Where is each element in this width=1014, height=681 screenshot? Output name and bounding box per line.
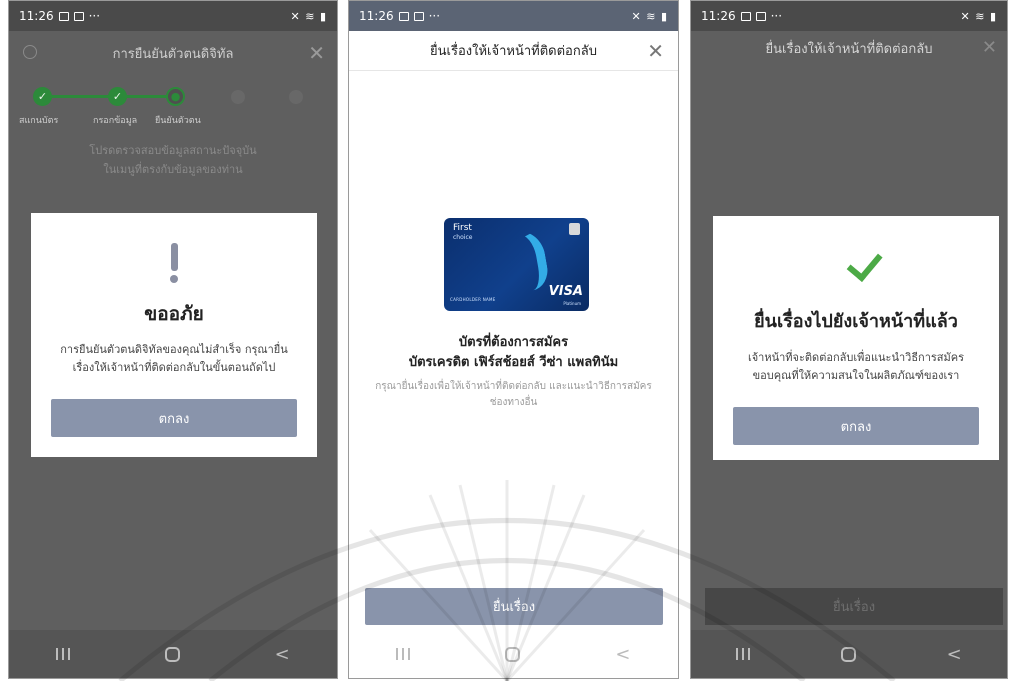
ok-button[interactable]: ตกลง [51, 399, 297, 437]
back-arrow-icon[interactable]: < [947, 644, 962, 665]
card-brand-name: First [453, 223, 472, 233]
checkmark-icon [835, 248, 877, 284]
page-title: ยื่นเรื่องให้เจ้าหน้าที่ติดต่อกลับ [765, 41, 933, 57]
overflow-dots: ··· [88, 9, 101, 23]
step-done-icon: ✓ [108, 87, 127, 106]
step-label: กรอกข้อมูล [93, 116, 138, 126]
notification-icon [73, 11, 84, 21]
app-header: การยืนยันตัวตนดิจิทัล ✕ [9, 31, 337, 75]
signal-battery-icon: ✕ ≋ ▮ [960, 9, 997, 23]
exclamation-icon [170, 243, 178, 283]
credit-card-image: First choice CARDHOLDER NAME VISA Platin… [444, 218, 589, 311]
message-line: ขอบคุณที่ให้ความสนใจในผลิตภัณฑ์ของเรา [752, 369, 960, 382]
close-icon[interactable]: ✕ [982, 37, 997, 58]
close-icon[interactable]: ✕ [647, 39, 664, 63]
recent-apps-icon[interactable] [736, 648, 751, 660]
android-nav-bar: < [9, 630, 337, 678]
card-chip-icon [569, 223, 580, 235]
notification-icon [398, 11, 409, 21]
instruction-line: ช่องทางอื่น [489, 397, 538, 408]
status-bar: 11:26 ··· ✕ ≋ ▮ [691, 1, 1007, 31]
page-title: ยื่นเรื่องให้เจ้าหน้าที่ติดต่อกลับ [430, 44, 597, 59]
info-text: โปรดตรวจสอบข้อมูลสถานะปัจจุบัน ในเมนูที่… [9, 141, 337, 179]
dialog-message: การยืนยันตัวตนดิจิทัลของคุณไม่สำเร็จ กรุ… [31, 341, 317, 377]
instruction-line: กรุณายื่นเรื่องเพื่อให้เจ้าหน้าที่ติดต่อ… [375, 381, 652, 392]
dialog-title: ขออภัย [144, 303, 204, 325]
success-dialog: ยื่นเรื่องไปยังเจ้าหน้าที่แล้ว เจ้าหน้าท… [713, 216, 999, 460]
notification-icon [740, 11, 751, 21]
card-tier-text: Platinum [563, 301, 581, 306]
submit-request-button[interactable]: ยื่นเรื่อง [365, 588, 663, 625]
home-icon[interactable] [840, 646, 856, 662]
status-bar: 11:26 ··· ✕ ≋ ▮ [9, 1, 337, 31]
close-icon[interactable]: ✕ [308, 41, 325, 65]
message-line: การยืนยันตัวตนดิจิทัลของคุณไม่สำเร็จ กรุ… [60, 343, 288, 356]
page-title: การยืนยันตัวตนดิจิทัล [112, 46, 234, 62]
step-label: ยืนยันตัวตน [155, 116, 201, 126]
home-icon[interactable] [505, 646, 521, 662]
card-name: บัตรเครดิต เฟิร์สช้อยส์ วีซ่า แพลทินัม [408, 355, 619, 370]
android-nav-bar: < [349, 630, 678, 678]
notification-icon [755, 11, 766, 21]
signal-battery-icon: ✕ ≋ ▮ [290, 9, 327, 23]
app-header: ยื่นเรื่องให้เจ้าหน้าที่ติดต่อกลับ ✕ [349, 31, 678, 71]
notification-icon [413, 11, 424, 21]
progress-stepper: ✓ ✓ ● สแกนบัตร กรอกข้อมูล ยืนยันตัวตน [9, 81, 337, 141]
back-arrow-icon[interactable]: < [615, 644, 630, 665]
card-brand-sub: choice [453, 234, 473, 241]
home-icon[interactable] [164, 646, 180, 662]
dialog-title: ยื่นเรื่องไปยังเจ้าหน้าที่แล้ว [754, 311, 958, 332]
card-brand: First choice [453, 224, 472, 242]
screenshot-stage: 11:26 ··· ✕ ≋ ▮ การยืนยันตัวตนดิจิทัล ✕ … [0, 0, 1014, 681]
phone-screen-request-sent: 11:26 ··· ✕ ≋ ▮ ยื่นเรื่องให้เจ้าหน้าที่… [690, 0, 1008, 679]
overflow-dots: ··· [428, 9, 441, 23]
signal-battery-icon: ✕ ≋ ▮ [631, 9, 668, 23]
instruction-text: กรุณายื่นเรื่องเพื่อให้เจ้าหน้าที่ติดต่อ… [359, 379, 668, 411]
card-holder-text: CARDHOLDER NAME [450, 297, 496, 302]
step-pending-icon [231, 90, 245, 104]
back-arrow-icon[interactable]: < [275, 644, 290, 665]
android-nav-bar: < [691, 630, 1007, 678]
clock: 11:26 [19, 9, 54, 23]
error-dialog: ขออภัย การยืนยันตัวตนดิจิทัลของคุณไม่สำเ… [31, 213, 317, 457]
clock: 11:26 [701, 9, 736, 23]
message-line: เจ้าหน้าที่จะติดต่อกลับเพื่อแนะนำวิธีการ… [747, 351, 965, 364]
step-done-icon: ✓ [33, 87, 52, 106]
dialog-message: เจ้าหน้าที่จะติดต่อกลับเพื่อแนะนำวิธีการ… [713, 349, 999, 385]
phone-screen-verification-failed: 11:26 ··· ✕ ≋ ▮ การยืนยันตัวตนดิจิทัล ✕ … [8, 0, 338, 679]
back-icon[interactable] [23, 45, 37, 59]
info-line: โปรดตรวจสอบข้อมูลสถานะปัจจุบัน [89, 144, 257, 157]
info-line: ในเมนูที่ตรงกับข้อมูลของท่าน [103, 163, 243, 176]
app-header: ยื่นเรื่องให้เจ้าหน้าที่ติดต่อกลับ ✕ [691, 31, 1007, 65]
step-label: สแกนบัตร [19, 116, 59, 126]
step-current-user-icon: ● [166, 87, 185, 106]
phone-screen-request-callback: 11:26 ··· ✕ ≋ ▮ ยื่นเรื่องให้เจ้าหน้าที่… [348, 0, 679, 679]
status-bar: 11:26 ··· ✕ ≋ ▮ [349, 1, 678, 31]
overflow-dots: ··· [770, 9, 783, 23]
stepper-line [43, 95, 113, 98]
visa-logo: VISA [548, 284, 583, 299]
card-section-title: บัตรที่ต้องการสมัคร [458, 335, 569, 350]
notification-icon [58, 11, 69, 21]
recent-apps-icon[interactable] [396, 648, 411, 660]
step-pending-icon [289, 90, 303, 104]
clock: 11:26 [359, 9, 394, 23]
card-swoosh-graphic [491, 228, 551, 296]
submit-request-button-dimmed: ยื่นเรื่อง [705, 588, 1003, 625]
recent-apps-icon[interactable] [56, 648, 71, 660]
message-line: เรื่องให้เจ้าหน้าที่ติดต่อกลับในขั้นตอนถ… [72, 361, 276, 374]
ok-button[interactable]: ตกลง [733, 407, 979, 445]
